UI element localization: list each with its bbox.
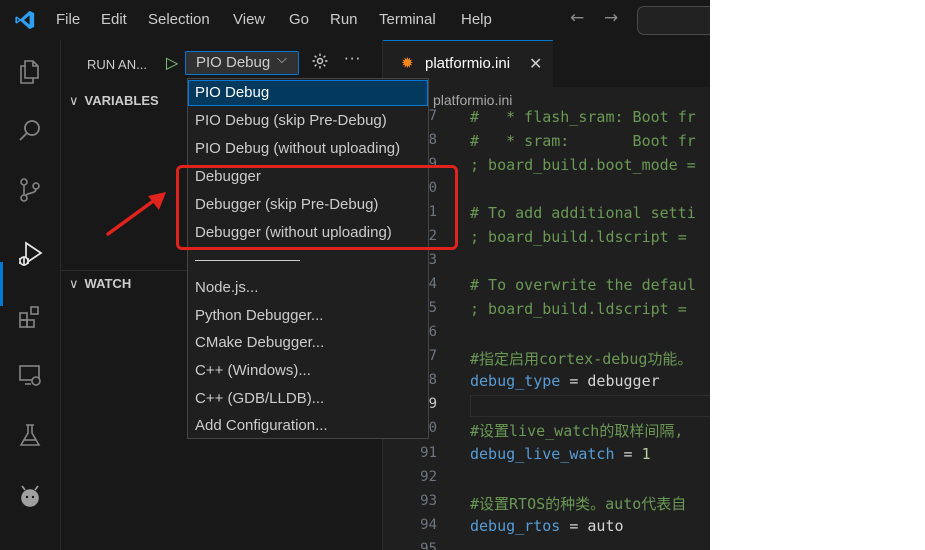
dropdown-separator [195, 260, 300, 261]
line-number: 92 [420, 469, 437, 485]
forward-arrow-icon[interactable]: → [604, 8, 618, 28]
menu-edit[interactable]: Edit [101, 11, 127, 28]
dropdown-item-pio-debug-without-upload[interactable]: PIO Debug (without uploading) [188, 136, 428, 162]
menu-view[interactable]: View [233, 11, 265, 28]
line-number: 93 [420, 493, 437, 509]
testing-icon[interactable] [0, 415, 60, 455]
dropdown-item-nodejs[interactable]: Node.js... [188, 275, 428, 301]
vscode-window: File Edit Selection View Go Run Terminal… [0, 0, 710, 550]
close-icon[interactable]: ✕ [529, 54, 542, 73]
search-icon[interactable] [0, 111, 60, 151]
line-number: 95 [420, 541, 437, 550]
menu-selection[interactable]: Selection [148, 11, 210, 28]
code-line: # * sram: Boot fr [470, 132, 696, 150]
code-operator: = [560, 517, 588, 535]
code-value: debugger [587, 372, 660, 390]
remote-explorer-icon[interactable] [0, 355, 60, 395]
code-line: # To overwrite the defaul [470, 276, 696, 294]
dropdown-item-cpp-windows[interactable]: C++ (Windows)... [188, 358, 428, 384]
gear-icon[interactable] [311, 52, 329, 70]
watch-section-header[interactable]: ∨ WATCH [69, 276, 131, 292]
line-number: 94 [420, 517, 437, 533]
chevron-down-icon: ∨ [69, 276, 79, 291]
code-line: #指定启用cortex-debug功能。 [470, 350, 693, 368]
variables-section-header[interactable]: ∨ VARIABLES [69, 93, 159, 109]
chevron-down-icon[interactable]: ⌵ [277, 52, 287, 67]
annotation-arrow-icon [106, 192, 166, 236]
dropdown-item-python-debugger[interactable]: Python Debugger... [188, 303, 428, 329]
start-debugging-icon[interactable]: ▷ [166, 53, 178, 72]
platformio-file-icon: ✹ [401, 54, 414, 72]
code-value: auto [587, 517, 624, 535]
activity-bar [0, 40, 61, 550]
code-value: 1 [641, 445, 651, 463]
chevron-down-icon: ∨ [69, 93, 79, 108]
watch-label: WATCH [84, 276, 132, 291]
code-line: ; board_build.ldscript = [470, 228, 687, 246]
source-control-icon[interactable] [0, 170, 60, 210]
title-bar: File Edit Selection View Go Run Terminal… [0, 0, 710, 40]
code-key: debug_live_watch [470, 445, 615, 463]
code-operator: = [614, 445, 642, 463]
menu-terminal[interactable]: Terminal [379, 11, 436, 28]
menu-run[interactable]: Run [330, 11, 358, 28]
code-line: debug_rtos = auto [470, 517, 624, 535]
code-line: debug_live_watch = 1 [470, 445, 651, 463]
sidebar-title: RUN AN... [87, 57, 147, 72]
menu-go[interactable]: Go [289, 11, 309, 28]
back-arrow-icon[interactable]: ← [570, 8, 584, 28]
code-line: debug_type = debugger [470, 372, 660, 390]
more-actions-icon[interactable]: ··· [344, 50, 361, 68]
platformio-icon[interactable] [0, 476, 60, 516]
code-line: #设置RTOS的种类。auto代表自 [470, 495, 687, 513]
code-line: # To add additional setti [470, 204, 696, 222]
code-key: debug_rtos [470, 517, 561, 535]
code-line: # * flash_sram: Boot fr [470, 108, 696, 126]
menu-help[interactable]: Help [461, 11, 492, 28]
code-line: ; board_build.ldscript = [470, 300, 687, 318]
explorer-icon[interactable] [0, 52, 60, 92]
line-number: 91 [420, 445, 437, 461]
command-center-search[interactable] [637, 6, 710, 35]
vscode-logo-icon [15, 10, 35, 30]
tab-label: platformio.ini [425, 55, 511, 72]
dropdown-item-pio-debug[interactable]: PIO Debug [188, 80, 428, 106]
current-line-highlight [470, 395, 710, 417]
variables-label: VARIABLES [84, 93, 159, 108]
code-operator: = [560, 372, 588, 390]
editor-tabs: ✹ platformio.ini ✕ [383, 40, 710, 87]
dropdown-item-add-configuration[interactable]: Add Configuration... [188, 413, 428, 439]
code-line: ; board_build.boot_mode = [470, 156, 696, 174]
debug-config-dropdown: PIO Debug PIO Debug (skip Pre-Debug) PIO… [187, 78, 429, 439]
breadcrumb[interactable]: platformio.ini [433, 92, 512, 108]
run-debug-icon[interactable] [0, 234, 60, 274]
dropdown-item-cmake-debugger[interactable]: CMake Debugger... [188, 330, 428, 356]
menu-file[interactable]: File [56, 11, 80, 28]
code-key: debug_type [470, 372, 561, 390]
dropdown-item-pio-debug-skip[interactable]: PIO Debug (skip Pre-Debug) [188, 108, 428, 134]
extensions-icon[interactable] [0, 296, 60, 336]
annotation-highlight-box [176, 165, 458, 250]
code-line: #设置live_watch的取样间隔, [470, 422, 684, 440]
dropdown-item-cpp-gdb-lldb[interactable]: C++ (GDB/LLDB)... [188, 386, 428, 412]
